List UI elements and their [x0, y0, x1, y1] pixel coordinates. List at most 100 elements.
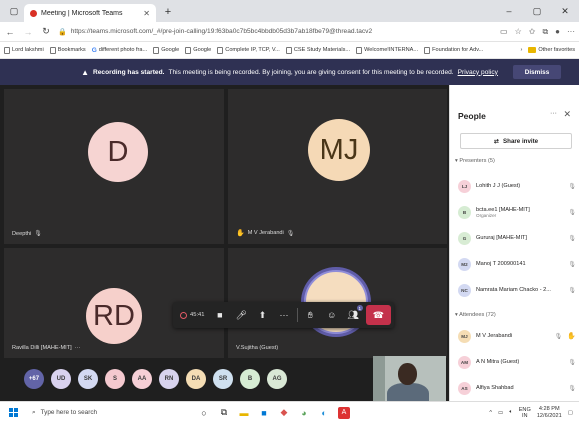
video-tile[interactable]: D Deepthi 🎙	[4, 89, 224, 244]
camera-button[interactable]: ■	[209, 304, 230, 326]
minimize-icon[interactable]: –	[495, 0, 523, 22]
bookmark-item[interactable]: CSE Study Materials...	[285, 46, 350, 54]
participant-chip[interactable]: DA	[186, 369, 206, 389]
share-button[interactable]: ⬆	[252, 304, 273, 326]
mic-button[interactable]: 🎤︎	[231, 304, 252, 326]
favorite-star-icon[interactable]: ☆	[515, 27, 522, 37]
participant-chip[interactable]: UD	[51, 369, 71, 389]
more-options-icon[interactable]: ···	[550, 110, 557, 117]
language-indicator[interactable]: ENG IN	[519, 407, 531, 419]
bookmark-item[interactable]: Welcome!INTERNA...	[356, 46, 418, 54]
network-icon[interactable]: ▭	[498, 410, 503, 416]
close-panel-icon[interactable]: ✕	[563, 109, 571, 120]
tab-actions-icon[interactable]: ▢	[6, 4, 22, 18]
edge-icon[interactable]: ◐	[318, 407, 330, 419]
participant-row[interactable]: AS Alfiya Shahbad 🎙︎	[458, 380, 576, 396]
pdf-icon[interactable]: A	[338, 406, 350, 419]
close-tab-icon[interactable]: ✕	[143, 9, 150, 18]
raise-hand-button[interactable]: ✋︎	[300, 304, 321, 326]
new-tab-button[interactable]: +	[160, 4, 176, 20]
share-invite-button[interactable]: ⇄ Share invite	[460, 133, 572, 149]
person-head	[398, 363, 417, 385]
browser-tab[interactable]: Meeting | Microsoft Teams ✕	[24, 4, 156, 22]
participant-row[interactable]: MJ M V Jerabandi 🎙︎ ✋	[458, 328, 576, 344]
page-icon	[49, 46, 56, 54]
participant-info: Lohith J J (Guest)	[476, 183, 563, 189]
participant-chip[interactable]: AG	[267, 369, 287, 389]
bookmark-item[interactable]: Bookmarks	[49, 46, 86, 54]
participant-info: Alfiya Shahbad	[476, 385, 563, 391]
collections-icon[interactable]: ⧉	[542, 27, 548, 37]
participant-row[interactable]: M2 Manoj T 200900141 🎙︎	[458, 256, 576, 272]
reading-view-icon[interactable]: ▭	[500, 27, 508, 37]
participant-avatar: AS	[458, 381, 471, 395]
store-icon[interactable]: ■	[258, 407, 270, 419]
participant-role: Organizer	[476, 212, 497, 218]
participant-strip: +67 UD SK S AA RN DA SR B AG	[24, 369, 287, 389]
participant-row[interactable]: AM A N Mitra (Guest) 🎙︎	[458, 354, 576, 370]
bookmark-item[interactable]: Gdifferent photo fra...	[92, 47, 147, 54]
participant-row[interactable]: G Gururaj [MAHE-MIT] 🎙︎	[458, 230, 576, 246]
notifications-icon[interactable]: ▢	[568, 410, 573, 416]
participant-avatar: AM	[458, 355, 471, 369]
back-icon[interactable]: ←	[4, 27, 16, 37]
more-icon[interactable]: ···	[567, 27, 575, 37]
video-tile[interactable]: MJ ✋ M V Jerabandi 🎙	[228, 89, 447, 244]
favorites-icon[interactable]: ✩	[529, 27, 536, 37]
participant-chip[interactable]: SK	[78, 369, 98, 389]
participant-row[interactable]: NC Namrata Mariam Chacko - 2... 🎙︎	[458, 282, 576, 298]
participant-chip[interactable]: S	[105, 369, 125, 389]
clock[interactable]: 4:28 PM 12/6/2021	[537, 406, 562, 420]
bookmark-item[interactable]: Complete IP, TCP, V...	[217, 46, 280, 54]
url-field[interactable]: 🔒 https://teams.microsoft.com/_#/pre-joi…	[58, 25, 494, 39]
dismiss-button[interactable]: Dismiss	[513, 65, 561, 79]
participant-row[interactable]: LJ Lohith J J (Guest) 🎙︎	[458, 178, 576, 194]
file-explorer-icon[interactable]: ▬	[238, 407, 250, 419]
paint-icon[interactable]: ◆	[278, 407, 290, 419]
bookmark-item[interactable]: Google	[153, 46, 179, 54]
participant-chip[interactable]: AA	[132, 369, 152, 389]
other-favorites[interactable]: Other favorites	[528, 47, 575, 53]
mic-off-icon: 🎙︎	[568, 385, 576, 392]
browser-tab-bar: ▢ Meeting | Microsoft Teams ✕ + – ▢ ✕	[0, 0, 579, 22]
page-icon	[153, 46, 160, 54]
bookmark-item[interactable]: Foundation for Adv...	[424, 46, 483, 54]
forward-icon[interactable]: →	[22, 27, 34, 37]
page-icon	[185, 46, 192, 54]
profile-icon[interactable]: ●	[555, 27, 560, 37]
more-participants-chip[interactable]: +67	[24, 369, 44, 389]
participant-row[interactable]: Bbcta.ee1 [MAHE-MIT] Organizer 🎙︎	[458, 204, 576, 220]
presenters-header[interactable]: ▾ Presenters (5)	[455, 158, 495, 164]
participants-button[interactable]: 👥︎ 1	[342, 304, 363, 326]
privacy-policy-link[interactable]: Privacy policy	[458, 69, 498, 76]
tab-title: Meeting | Microsoft Teams	[41, 9, 123, 17]
chevron-right-icon[interactable]: ›	[520, 47, 522, 53]
recording-icon	[30, 9, 37, 17]
participant-avatar: NC	[458, 283, 471, 297]
volume-icon[interactable]: 🔈︎	[509, 409, 512, 416]
bookmark-item[interactable]: Google	[185, 46, 211, 54]
participant-chip[interactable]: B	[240, 369, 260, 389]
chevron-up-icon[interactable]: ^	[489, 410, 492, 416]
taskbar-search[interactable]: ⌕ Type here to search	[26, 403, 176, 423]
chat-button[interactable]: ☺	[321, 304, 342, 326]
attendees-header[interactable]: ▾ Attendees (72)	[455, 312, 496, 318]
more-options-icon[interactable]: ···	[75, 345, 81, 351]
maximize-icon[interactable]: ▢	[523, 0, 551, 22]
cortana-icon[interactable]: ○	[198, 407, 210, 419]
app-icon[interactable]: ◕	[298, 407, 310, 419]
more-actions-button[interactable]: ···	[273, 304, 294, 326]
banner-text: This meeting is being recorded. By joini…	[168, 68, 454, 76]
refresh-icon[interactable]: ↻	[40, 26, 52, 37]
start-button[interactable]	[0, 408, 26, 417]
participant-chip[interactable]: RN	[159, 369, 179, 389]
self-video-preview[interactable]	[373, 356, 446, 404]
bookmark-item[interactable]: Lord lakshmi	[4, 46, 44, 54]
raised-hand-icon: ✋	[567, 333, 576, 340]
participant-chip[interactable]: SR	[213, 369, 233, 389]
system-tray: ^ ▭ 🔈︎ ENG IN 4:28 PM 12/6/2021 ▢	[489, 406, 579, 420]
task-view-icon[interactable]: ⧉	[218, 407, 230, 419]
leave-button[interactable]: ☎	[365, 305, 391, 325]
panel-title: People	[458, 111, 486, 121]
close-window-icon[interactable]: ✕	[551, 0, 579, 22]
